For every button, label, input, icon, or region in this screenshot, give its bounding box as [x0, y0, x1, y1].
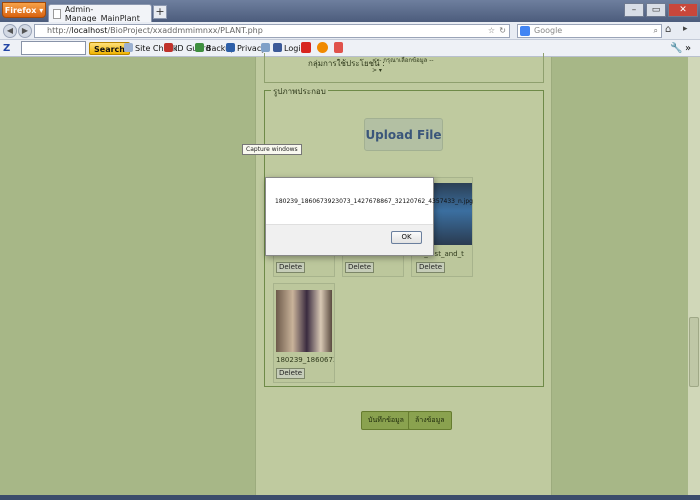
home-icon[interactable]: ⌂ — [665, 24, 671, 35]
minimize-icon[interactable]: – — [624, 3, 644, 17]
facebook-icon — [273, 43, 282, 52]
web-search-placeholder: Google — [534, 26, 563, 35]
thumbnail-image[interactable] — [276, 290, 332, 352]
youtube-icon — [301, 42, 311, 53]
scrollbar-thumb[interactable] — [689, 317, 699, 387]
dialog-footer: OK — [266, 224, 433, 255]
url-path: /BioProject/xxaddmmimnxx/PLANT.php — [107, 26, 263, 35]
delete-button[interactable]: Delete — [276, 368, 305, 379]
images-legend: รูปภาพประกอบ — [271, 85, 328, 98]
toolbar-overflow-icon[interactable]: » — [685, 42, 691, 55]
back-button[interactable]: ◀ — [3, 24, 17, 38]
ok-button[interactable]: OK — [391, 231, 422, 244]
category-select[interactable]: <-- กรุณาเลือกข้อมูล --> ▾ — [372, 56, 438, 74]
shield-icon — [164, 43, 173, 52]
navigation-bar: ◀ ▶ http://localhost/BioProject/xxaddmmi… — [0, 22, 700, 40]
alert-dialog: 180239_1860673923073_1427678867_32120762… — [265, 177, 473, 256]
thumbnail-name: 180239_1860673923 — [276, 356, 334, 364]
tab-title: Admin-Manage_MainPlant — [64, 4, 140, 23]
camera-icon — [261, 43, 270, 52]
google-icon — [520, 26, 530, 36]
url-prefix: http:// — [47, 26, 72, 35]
flame-icon — [317, 42, 328, 53]
toolbar-search-input[interactable] — [21, 41, 86, 55]
capture-windows-tooltip: Capture windows — [242, 144, 302, 155]
reload-icon[interactable]: ↻ — [499, 25, 506, 37]
tab-admin-manage-mainplant[interactable]: Admin-Manage_MainPlant — [48, 4, 152, 23]
search-icon[interactable]: ⌕ — [654, 25, 658, 37]
web-search-input[interactable]: Google ⌕ — [517, 24, 662, 38]
vertical-scrollbar[interactable] — [688, 57, 700, 495]
dialog-message: 180239_1860673923073_1427678867_32120762… — [275, 198, 473, 205]
forward-button[interactable]: ▶ — [18, 24, 32, 38]
jar-icon — [334, 42, 343, 53]
maximize-icon[interactable]: ▭ — [646, 3, 666, 17]
page-favicon-icon — [53, 8, 61, 19]
bookmark-star-icon[interactable]: ☆ — [488, 25, 495, 37]
new-tab-button[interactable]: + — [153, 5, 167, 19]
address-bar[interactable]: http://localhost/BioProject/xxaddmmimnxx… — [34, 24, 510, 38]
url-host: localhost — [71, 26, 108, 35]
os-taskbar — [0, 495, 700, 500]
upload-file-button[interactable]: Upload File — [364, 118, 443, 151]
toolbar-logo-icon[interactable]: Z — [3, 42, 10, 55]
firefox-menu-button[interactable]: Firefox ▾ — [2, 2, 46, 18]
privacy-button[interactable]: Privacy — [226, 42, 266, 55]
delete-button[interactable]: Delete — [345, 262, 374, 273]
category-row: กลุ่มการใช้ประโยชน์ : <-- กรุณาเลือกข้อม… — [264, 53, 544, 83]
delete-button[interactable]: Delete — [416, 262, 445, 273]
privacy-icon — [226, 43, 235, 52]
save-button[interactable]: บันทึกข้อมูล — [361, 411, 411, 430]
form-panel: กลุ่มการใช้ประโยชน์ : <-- กรุณาเลือกข้อม… — [255, 53, 552, 495]
window-controls: – ▭ ✕ — [624, 3, 698, 17]
image-thumbnail: 180239_1860673923 Delete — [273, 283, 335, 383]
more-tools-icon[interactable]: ▸ — [683, 24, 688, 34]
backup-icon — [195, 43, 204, 52]
close-window-icon[interactable]: ✕ — [668, 3, 698, 17]
site-check-icon — [124, 43, 133, 52]
page-viewport: กลุ่มการใช้ประโยชน์ : <-- กรุณาเลือกข้อม… — [0, 53, 700, 500]
wrench-icon[interactable]: 🔧 — [670, 42, 682, 55]
clear-button[interactable]: ล้างข้อมูล — [408, 411, 452, 430]
title-bar: Firefox ▾ Admin-Manage_MainPlant + – ▭ ✕ — [0, 0, 700, 23]
delete-button[interactable]: Delete — [276, 262, 305, 273]
